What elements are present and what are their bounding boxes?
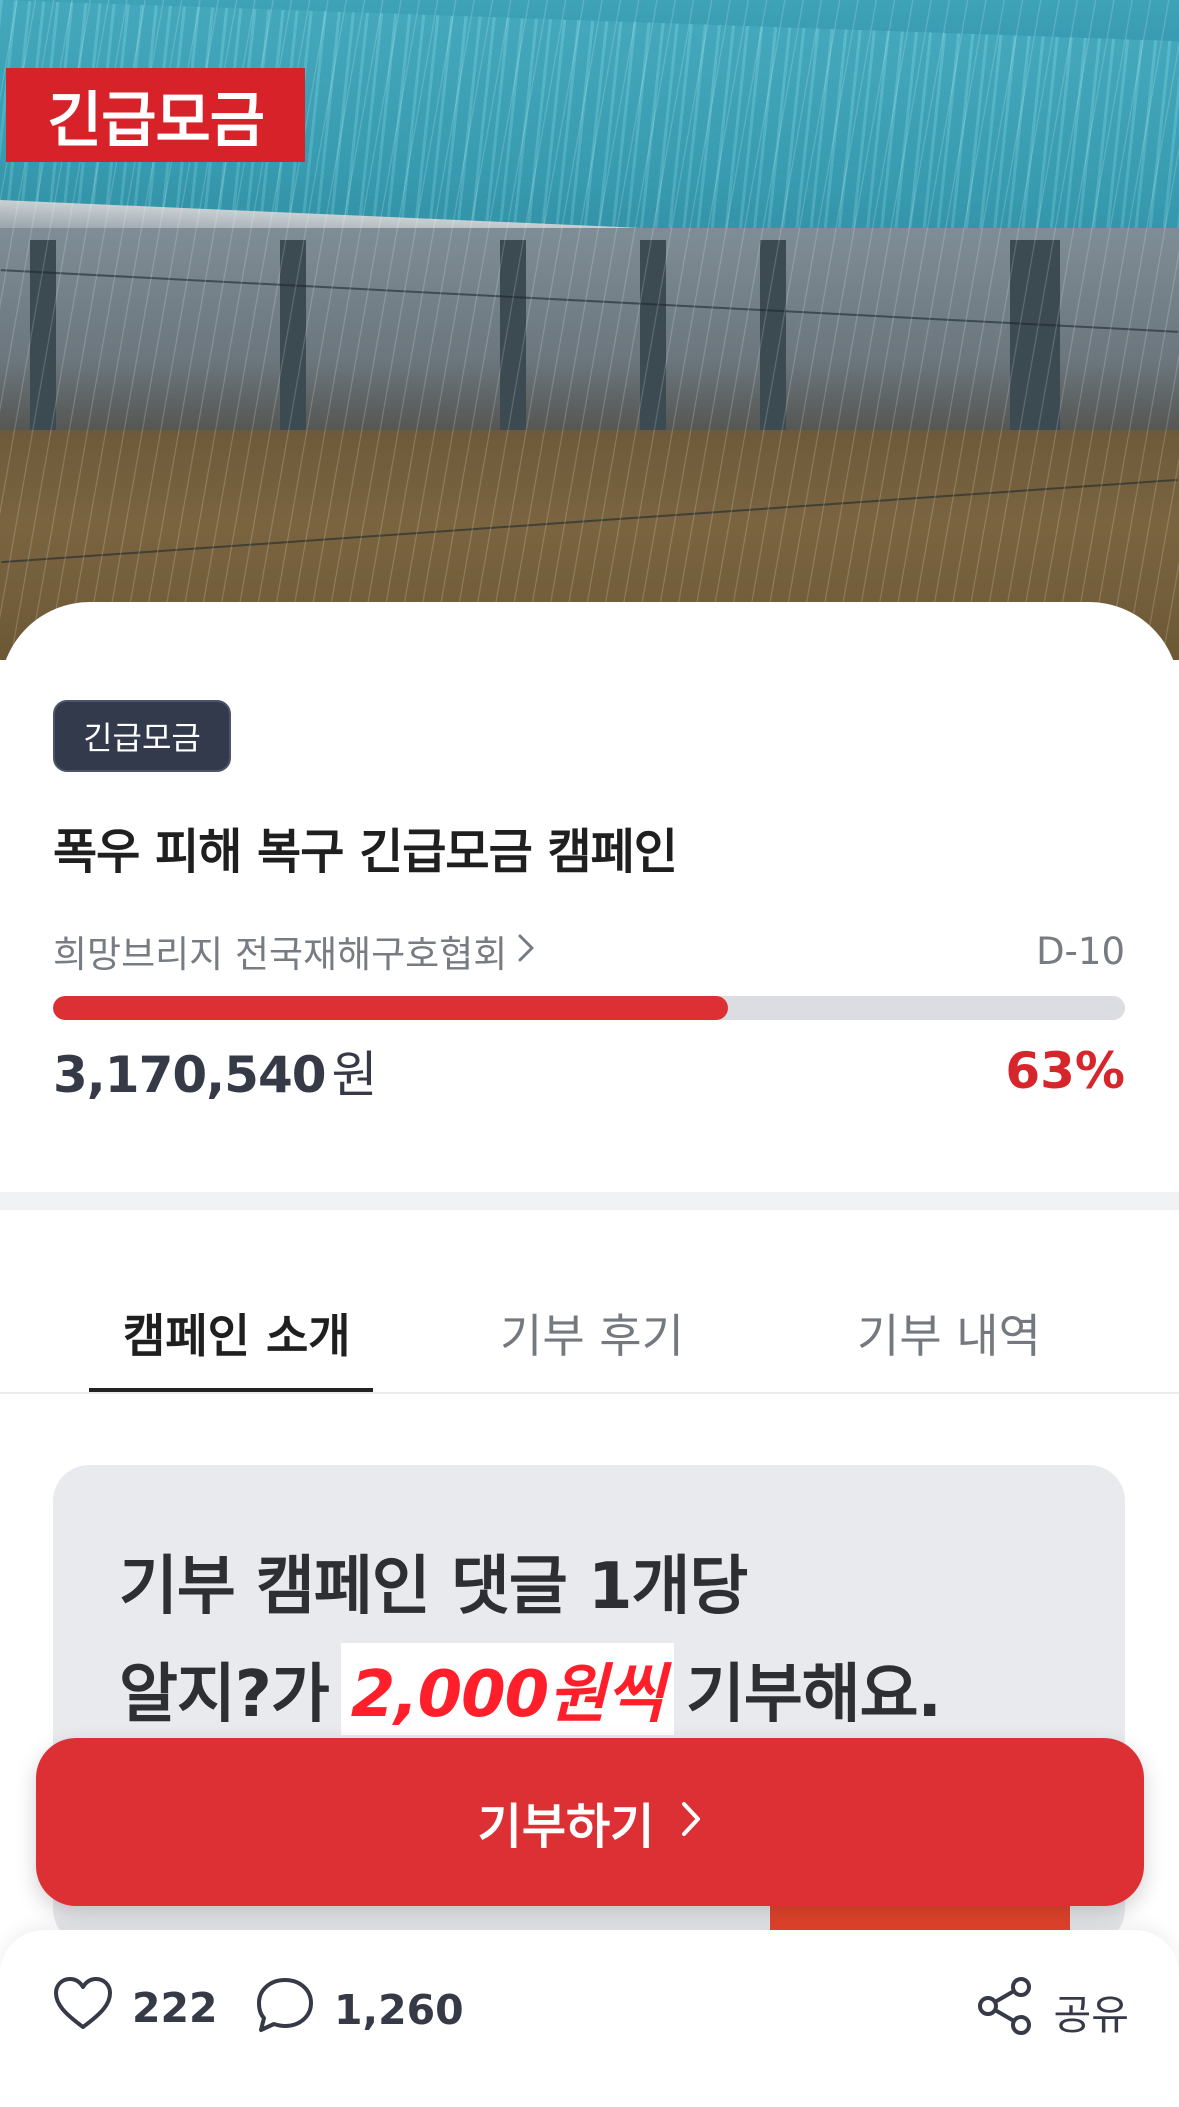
- share-label: 공유: [1053, 1991, 1129, 2039]
- heart-icon: [52, 1975, 114, 2041]
- banner-line-2: 알지?가 2,000원씩 기부해요.: [119, 1643, 942, 1735]
- active-tab-indicator: [89, 1388, 373, 1392]
- comment-button[interactable]: 1,260: [254, 1975, 464, 2045]
- comment-count: 1,260: [334, 1986, 464, 2034]
- progress-fill: [53, 996, 729, 1020]
- banner-line-2-suffix: 기부해요.: [685, 1658, 942, 1732]
- organization-link[interactable]: 희망브리지 전국재해구호협회: [53, 924, 535, 978]
- like-button[interactable]: 222: [52, 1975, 218, 2041]
- organization-name: 희망브리지 전국재해구호협회: [53, 933, 508, 976]
- fundraising-progress-bar: [53, 996, 1125, 1020]
- category-chip: 긴급모금: [53, 700, 231, 772]
- tab-donation-history[interactable]: 기부 내역: [857, 1300, 1041, 1366]
- chevron-right-icon: [517, 931, 535, 972]
- banner-line-2-prefix: 알지?가: [119, 1658, 330, 1732]
- banner-highlight-amount: 2,000원씩: [340, 1643, 674, 1735]
- tab-bar: 캠페인 소개 기부 후기 기부 내역: [0, 1260, 1179, 1394]
- banner-line-1: 기부 캠페인 댓글 1개당: [119, 1550, 748, 1624]
- comment-icon: [254, 1975, 316, 2045]
- raised-amount-unit: 원: [331, 1046, 378, 1104]
- chevron-right-icon: [680, 1794, 702, 1850]
- amount-row: 3,170,540 원 63%: [53, 1036, 1125, 1106]
- share-button[interactable]: 공유: [974, 1975, 1129, 2047]
- progress-percent: 63%: [1005, 1042, 1125, 1100]
- section-divider: [0, 1192, 1179, 1210]
- like-count: 222: [132, 1984, 218, 2032]
- raised-amount: 3,170,540 원: [53, 1035, 378, 1107]
- donate-button[interactable]: 기부하기: [36, 1738, 1144, 1906]
- days-remaining: D-10: [1036, 929, 1125, 973]
- campaign-title: 폭우 피해 복구 긴급모금 캠페인: [53, 824, 678, 880]
- share-icon: [974, 1975, 1036, 2047]
- hero-badge: 긴급모금: [6, 68, 305, 162]
- organization-row: 희망브리지 전국재해구호협회 D-10: [53, 925, 1125, 977]
- donate-button-label: 기부하기: [477, 1799, 655, 1855]
- raised-amount-value: 3,170,540: [53, 1046, 327, 1104]
- tab-campaign-intro[interactable]: 캠페인 소개: [123, 1300, 351, 1366]
- bottom-action-bar: 222 1,260 공유: [0, 1930, 1179, 2107]
- tab-donation-reviews[interactable]: 기부 후기: [500, 1300, 684, 1366]
- hero-image: 긴급모금: [0, 0, 1179, 660]
